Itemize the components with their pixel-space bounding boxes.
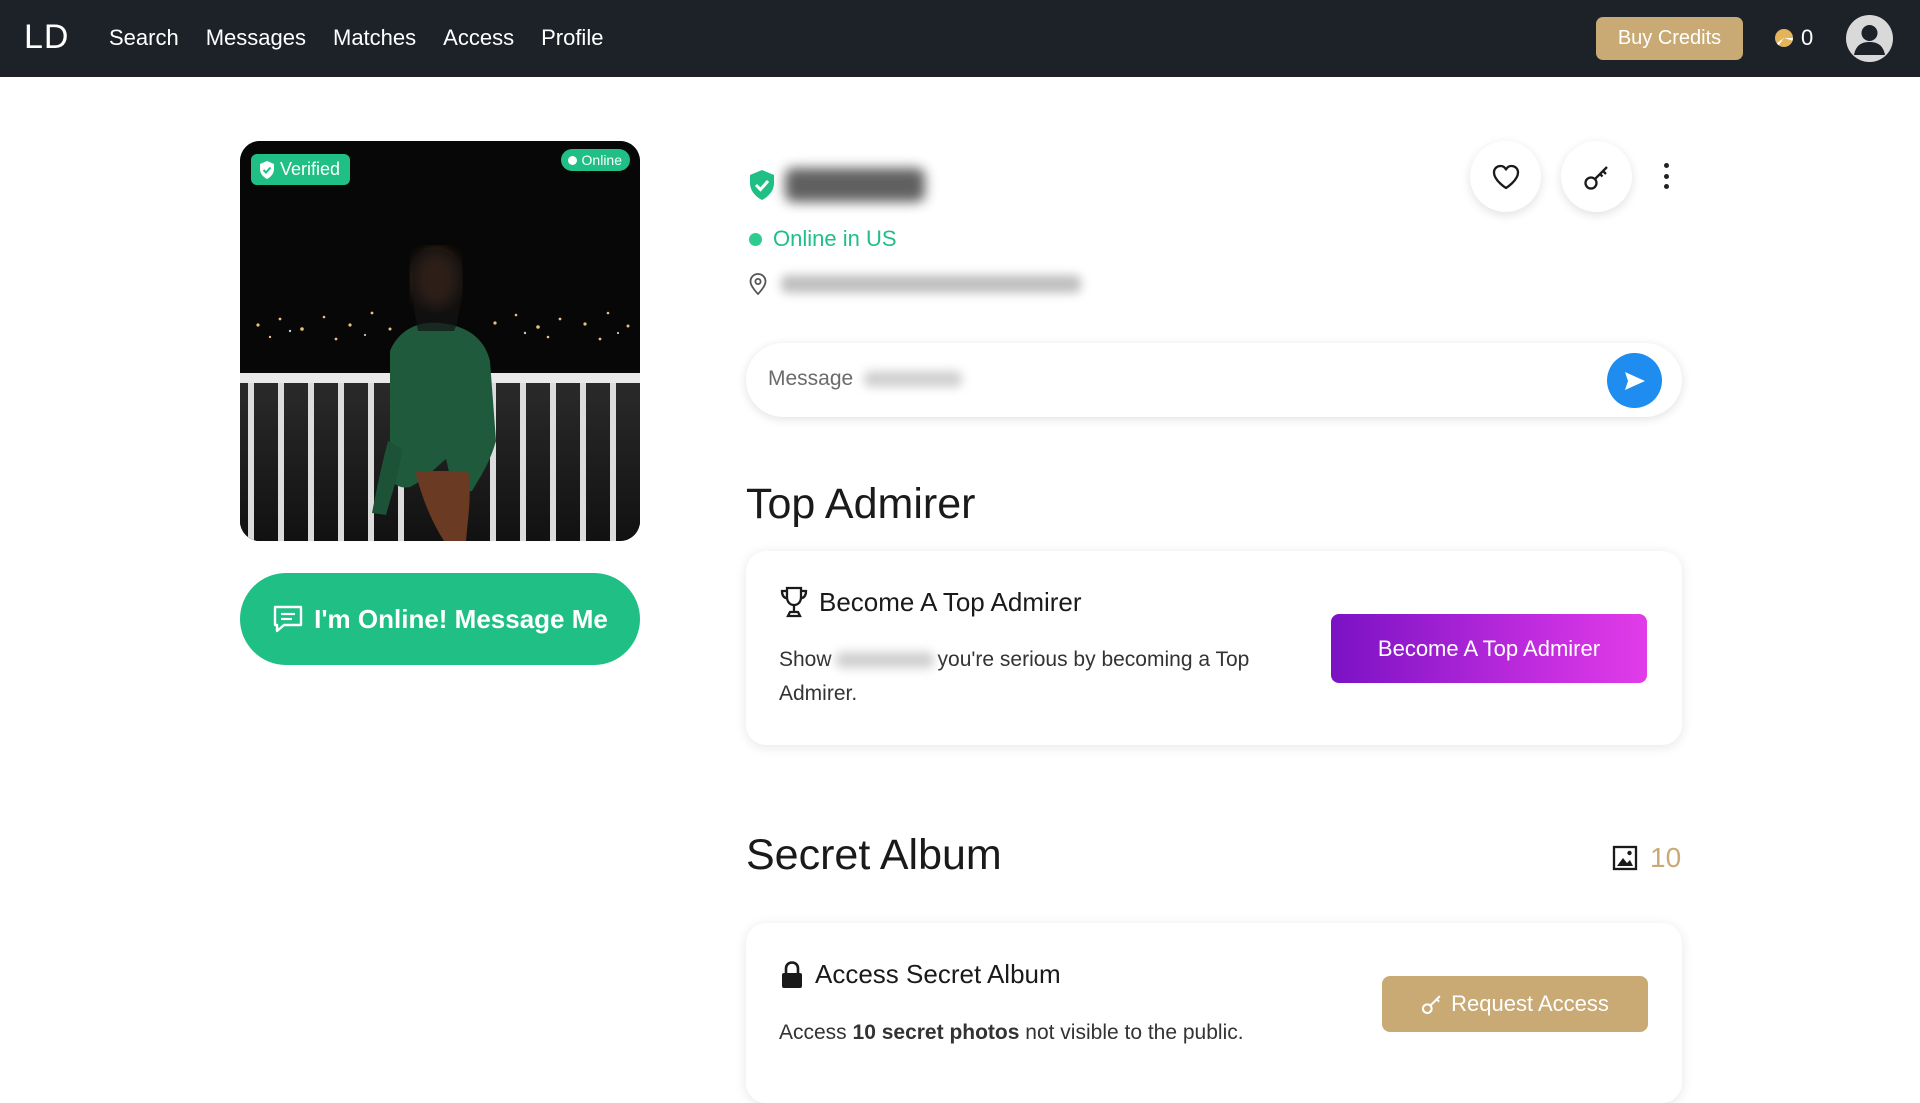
buy-credits-button[interactable]: Buy Credits [1596, 17, 1743, 60]
credits-balance[interactable]: 0 [1775, 25, 1813, 51]
profile-location [749, 273, 1081, 295]
send-icon [1624, 371, 1645, 390]
key-icon [1422, 995, 1441, 1015]
message-input-placeholder: Message [768, 367, 854, 390]
favorite-button[interactable] [1470, 141, 1541, 212]
online-status-dot-icon [749, 232, 762, 246]
key-icon [1583, 165, 1608, 190]
top-admirer-text-end: Admirer. [779, 682, 858, 705]
nav-link-search[interactable]: Search [109, 25, 179, 51]
top-admirer-card-header: Become A Top Admirer [779, 586, 1082, 618]
user-avatar-button[interactable] [1846, 15, 1893, 62]
location-redacted [781, 275, 1081, 293]
secret-album-heading: Secret Album [746, 831, 1002, 879]
online-status: Online in US [749, 226, 897, 252]
user-avatar-icon [1854, 25, 1885, 55]
nav-link-messages[interactable]: Messages [206, 25, 306, 51]
more-options-icon[interactable] [1658, 163, 1674, 189]
secret-album-card-title: Access Secret Album [815, 959, 1061, 989]
message-me-label: I'm Online! Message Me [314, 603, 608, 634]
top-admirer-heading: Top Admirer [746, 480, 976, 528]
heart-icon [1492, 164, 1519, 189]
chat-icon [273, 605, 303, 633]
message-recipient-redacted [864, 371, 962, 387]
secret-album-text-end: not visible to the public. [1025, 1021, 1244, 1044]
nav-link-matches[interactable]: Matches [333, 25, 416, 51]
top-admirer-card: Become A Top Admirer Show you're serious … [746, 551, 1682, 745]
top-admirer-text-start: Show [779, 648, 832, 671]
secret-album-text-start: Access [779, 1021, 847, 1044]
secret-album-card: Access Secret Album Access 10 secret pho… [746, 923, 1682, 1103]
secret-album-text-bold: 10 secret photos [852, 1021, 1020, 1044]
top-admirer-name-redacted [835, 652, 934, 669]
top-admirer-text-middle: you're serious by becoming a Top [937, 648, 1250, 671]
request-access-button[interactable]: Request Access [1382, 976, 1648, 1032]
secret-photo-count: 10 [1612, 842, 1681, 874]
top-admirer-card-title: Become A Top Admirer [819, 586, 1082, 617]
nav-link-profile[interactable]: Profile [541, 25, 603, 51]
request-access-label: Request Access [1451, 991, 1609, 1016]
nav-link-access[interactable]: Access [443, 25, 514, 51]
message-me-button[interactable]: I'm Online! Message Me [240, 573, 640, 665]
nav-links: Search Messages Matches Access Profile [109, 25, 603, 51]
lock-icon [782, 960, 802, 988]
secret-photo-count-value: 10 [1650, 842, 1682, 873]
trophy-icon [780, 586, 808, 618]
verified-badge: Verified [251, 154, 351, 185]
shield-check-icon [260, 160, 274, 179]
image-icon [1612, 845, 1638, 871]
profile-name-row [749, 168, 925, 202]
secret-album-description: Access 10 secret photos not visible to t… [779, 1016, 1244, 1050]
secret-album-card-header: Access Secret Album [779, 959, 1061, 990]
request-key-button[interactable] [1561, 141, 1632, 212]
top-admirer-description: Show you're serious by becoming a Top Adm… [779, 643, 1299, 711]
online-dot-icon [567, 155, 577, 165]
become-top-admirer-button[interactable]: Become A Top Admirer [1331, 614, 1647, 683]
site-logo[interactable]: LD [24, 18, 69, 57]
online-badge-label: Online [581, 152, 622, 168]
credits-coin-icon [1775, 29, 1793, 47]
top-navigation-bar: LD Search Messages Matches Access Profil… [0, 0, 1920, 77]
message-input[interactable]: Message [746, 343, 1682, 417]
verified-badge-label: Verified [280, 159, 341, 179]
credits-count: 0 [1801, 25, 1814, 50]
location-pin-icon [749, 273, 767, 295]
online-badge: Online [560, 149, 630, 171]
online-status-text: Online in US [773, 226, 897, 251]
verified-shield-icon [750, 170, 774, 200]
send-message-button[interactable] [1607, 353, 1662, 408]
profile-name-redacted [785, 168, 925, 202]
profile-photo-image [240, 141, 640, 541]
profile-photo[interactable]: Verified Online [240, 141, 640, 541]
